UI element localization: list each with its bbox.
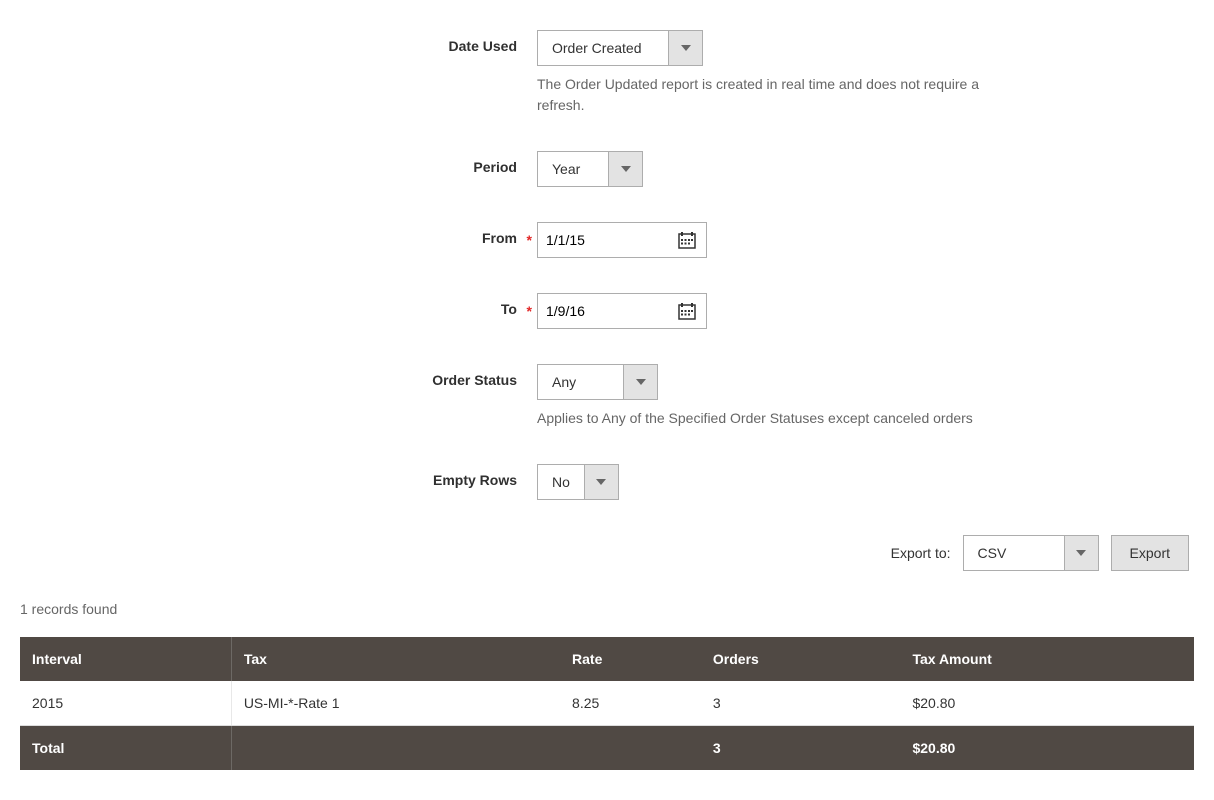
order-status-help: Applies to Any of the Specified Order St…	[537, 408, 1017, 429]
cell-orders: 3	[701, 681, 901, 726]
export-row: Export to: CSV Export	[20, 535, 1194, 571]
from-date-input[interactable]	[538, 223, 668, 257]
export-button[interactable]: Export	[1111, 535, 1189, 571]
calendar-icon[interactable]	[668, 302, 706, 320]
date-used-row: Date Used Order Created The Order Update…	[157, 30, 1057, 116]
chevron-down-icon[interactable]	[608, 152, 642, 186]
to-row: To *	[157, 293, 1057, 329]
report-table: Interval Tax Rate Orders Tax Amount 2015…	[20, 637, 1194, 770]
total-row: Total 3 $20.80	[20, 726, 1194, 771]
export-format-value: CSV	[964, 536, 1064, 570]
period-value: Year	[538, 152, 608, 186]
cell-tax: US-MI-*-Rate 1	[231, 681, 560, 726]
chevron-down-icon[interactable]	[668, 31, 702, 65]
calendar-icon[interactable]	[668, 231, 706, 249]
date-used-label: Date Used	[157, 30, 537, 54]
from-label: From *	[157, 222, 537, 246]
col-interval-header[interactable]: Interval	[20, 637, 231, 681]
to-label: To *	[157, 293, 537, 317]
date-used-value: Order Created	[538, 31, 668, 65]
col-rate-header[interactable]: Rate	[560, 637, 701, 681]
cell-interval: 2015	[20, 681, 231, 726]
order-status-value: Any	[538, 365, 623, 399]
required-asterisk: *	[527, 303, 532, 319]
cell-rate: 8.25	[560, 681, 701, 726]
export-label: Export to:	[891, 545, 951, 561]
period-row: Period Year	[157, 151, 1057, 187]
empty-rows-label: Empty Rows	[157, 464, 537, 488]
chevron-down-icon[interactable]	[584, 465, 618, 499]
table-row: 2015 US-MI-*-Rate 1 8.25 3 $20.80	[20, 681, 1194, 726]
from-date-field[interactable]	[537, 222, 707, 258]
empty-rows-select[interactable]: No	[537, 464, 619, 500]
total-taxamount: $20.80	[900, 726, 1194, 771]
required-asterisk: *	[527, 232, 532, 248]
empty-rows-row: Empty Rows No	[157, 464, 1057, 500]
order-status-row: Order Status Any Applies to Any of the S…	[157, 364, 1057, 429]
chevron-down-icon[interactable]	[623, 365, 657, 399]
from-row: From *	[157, 222, 1057, 258]
col-tax-header[interactable]: Tax	[231, 637, 560, 681]
records-found-text: 1 records found	[20, 601, 1194, 617]
export-format-select[interactable]: CSV	[963, 535, 1099, 571]
cell-taxamount: $20.80	[900, 681, 1194, 726]
order-status-select[interactable]: Any	[537, 364, 658, 400]
order-status-label: Order Status	[157, 364, 537, 388]
to-date-field[interactable]	[537, 293, 707, 329]
chevron-down-icon[interactable]	[1064, 536, 1098, 570]
date-used-select[interactable]: Order Created	[537, 30, 703, 66]
period-label: Period	[157, 151, 537, 175]
period-select[interactable]: Year	[537, 151, 643, 187]
empty-rows-value: No	[538, 465, 584, 499]
total-label: Total	[20, 726, 231, 771]
col-orders-header[interactable]: Orders	[701, 637, 901, 681]
to-date-input[interactable]	[538, 294, 668, 328]
col-taxamount-header[interactable]: Tax Amount	[900, 637, 1194, 681]
total-orders: 3	[701, 726, 901, 771]
date-used-help: The Order Updated report is created in r…	[537, 74, 1017, 116]
